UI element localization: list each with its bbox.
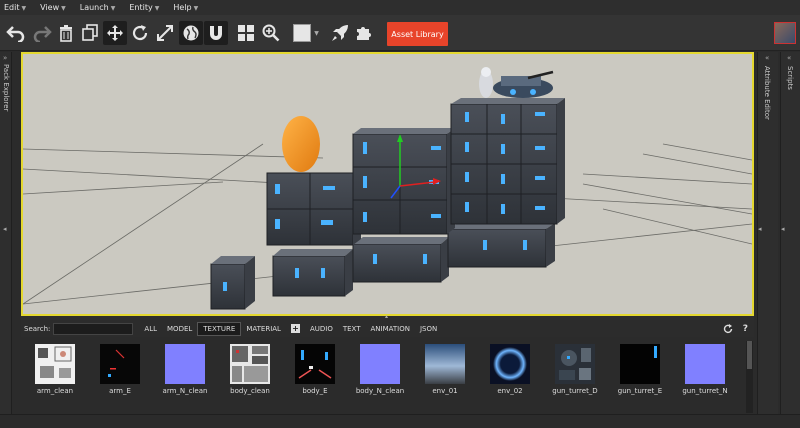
scale-icon[interactable] — [154, 21, 176, 45]
filter-tab-text[interactable]: TEXT — [338, 323, 366, 335]
menu-view[interactable]: View ▼ — [40, 3, 66, 12]
asset-name: body_N_clean — [355, 387, 405, 395]
expand-chevron-icon[interactable]: » — [3, 54, 7, 62]
asset-thumbnail — [425, 344, 465, 384]
redo-icon[interactable] — [30, 21, 54, 45]
asset-name: body_E — [302, 387, 328, 395]
asset-name: env_02 — [497, 387, 523, 395]
crate-small — [210, 256, 255, 310]
duplicate-icon[interactable] — [79, 21, 101, 45]
asset-thumbnail — [35, 344, 75, 384]
asset-name: gun_turret_D — [552, 387, 598, 395]
menu-launch[interactable]: Launch ▼ — [80, 3, 116, 12]
asset-name: gun_turret_N — [682, 387, 728, 395]
asset-name: arm_N_clean — [162, 387, 208, 395]
collapse-arrow-icon[interactable]: ◂ — [758, 225, 762, 233]
asset-name: body_clean — [230, 387, 270, 395]
asset-thumbnail — [685, 344, 725, 384]
collapse-arrow-icon[interactable]: ◂ — [3, 225, 7, 233]
asset-thumbnail — [295, 344, 335, 384]
color-swatch-icon[interactable]: ▼ — [290, 21, 322, 45]
puzzle-icon[interactable] — [353, 21, 375, 45]
asset-thumbnail — [100, 344, 140, 384]
world-icon[interactable] — [179, 21, 203, 45]
expand-chevron-icon[interactable]: « — [787, 54, 791, 62]
pack-explorer-label[interactable]: Pack Explorer — [2, 64, 10, 111]
add-asset-button[interactable]: + — [290, 324, 300, 333]
asset-scrollbar[interactable] — [746, 341, 753, 413]
asset-item[interactable]: env_02 — [477, 344, 543, 395]
asset-item[interactable]: gun_turret_N — [672, 344, 738, 395]
scrollbar-thumb[interactable] — [747, 341, 752, 369]
status-bar — [0, 414, 800, 428]
asset-item[interactable]: env_01 — [412, 344, 478, 395]
filter-tab-all[interactable]: ALL — [139, 323, 162, 335]
grid-icon[interactable] — [235, 21, 257, 45]
asset-filter-bar: Search: ALL MODEL TEXTURE MATERIAL + AUD… — [21, 320, 754, 337]
zoom-icon[interactable] — [260, 21, 282, 45]
crate-stack-left — [266, 116, 361, 246]
menu-bar: Edit ▼ View ▼ Launch ▼ Entity ▼ Help ▼ — [0, 0, 800, 15]
asset-name: env_01 — [432, 387, 458, 395]
launch-icon[interactable] — [329, 21, 351, 45]
collapse-arrow-icon[interactable]: ◂ — [781, 225, 785, 233]
asset-thumbnail — [555, 344, 595, 384]
avatar[interactable] — [774, 22, 796, 44]
trash-icon[interactable] — [56, 21, 76, 45]
asset-item[interactable]: body_N_clean — [347, 344, 413, 395]
asset-name: arm_E — [109, 387, 131, 395]
scripts-panel[interactable] — [780, 52, 800, 414]
splitter-handle-icon[interactable]: ▴ — [385, 313, 388, 320]
undo-icon[interactable] — [4, 21, 28, 45]
scene-render — [23, 67, 752, 310]
asset-item[interactable]: body_E — [282, 344, 348, 395]
asset-thumbnail — [230, 344, 270, 384]
snap-icon[interactable] — [204, 21, 228, 45]
move-icon[interactable] — [103, 21, 127, 45]
filter-tab-material[interactable]: MATERIAL — [241, 323, 286, 335]
filter-tab-model[interactable]: MODEL — [162, 323, 197, 335]
scene-viewport[interactable] — [21, 52, 754, 316]
crate-stack-middle — [352, 128, 455, 235]
rotate-icon[interactable] — [129, 21, 151, 45]
asset-thumbnail — [165, 344, 205, 384]
asset-name: arm_clean — [36, 387, 74, 395]
help-icon[interactable]: ? — [743, 324, 748, 334]
asset-library-button[interactable]: Asset Library — [387, 22, 448, 46]
asset-grid: arm_clean arm_E arm_N_clean body_clean b… — [21, 337, 754, 413]
asset-item[interactable]: gun_turret_E — [607, 344, 673, 395]
asset-thumbnail — [620, 344, 660, 384]
asset-item[interactable]: gun_turret_D — [542, 344, 608, 395]
scripts-label[interactable]: Scripts — [786, 66, 794, 90]
asset-item[interactable]: arm_N_clean — [152, 344, 218, 395]
search-label: Search: — [24, 324, 51, 333]
filter-tab-json[interactable]: JSON — [415, 323, 442, 335]
asset-thumbnail — [490, 344, 530, 384]
menu-edit[interactable]: Edit ▼ — [4, 3, 26, 12]
asset-thumbnail — [360, 344, 400, 384]
refresh-icon[interactable] — [723, 323, 733, 334]
asset-item[interactable]: arm_clean — [22, 344, 88, 395]
menu-help[interactable]: Help ▼ — [173, 3, 198, 12]
search-input[interactable] — [53, 322, 134, 335]
filter-tab-audio[interactable]: AUDIO — [305, 323, 338, 335]
filter-tab-animation[interactable]: ANIMATION — [366, 323, 415, 335]
asset-item[interactable]: body_clean — [217, 344, 283, 395]
asset-item[interactable]: arm_E — [87, 344, 153, 395]
menu-entity[interactable]: Entity ▼ — [129, 3, 159, 12]
expand-chevron-icon[interactable]: « — [765, 54, 769, 62]
asset-name: gun_turret_E — [617, 387, 663, 395]
filter-tab-texture[interactable]: TEXTURE — [197, 321, 242, 336]
crate-stack-right — [450, 67, 565, 225]
attribute-editor-label[interactable]: Attribute Editor — [763, 66, 771, 120]
